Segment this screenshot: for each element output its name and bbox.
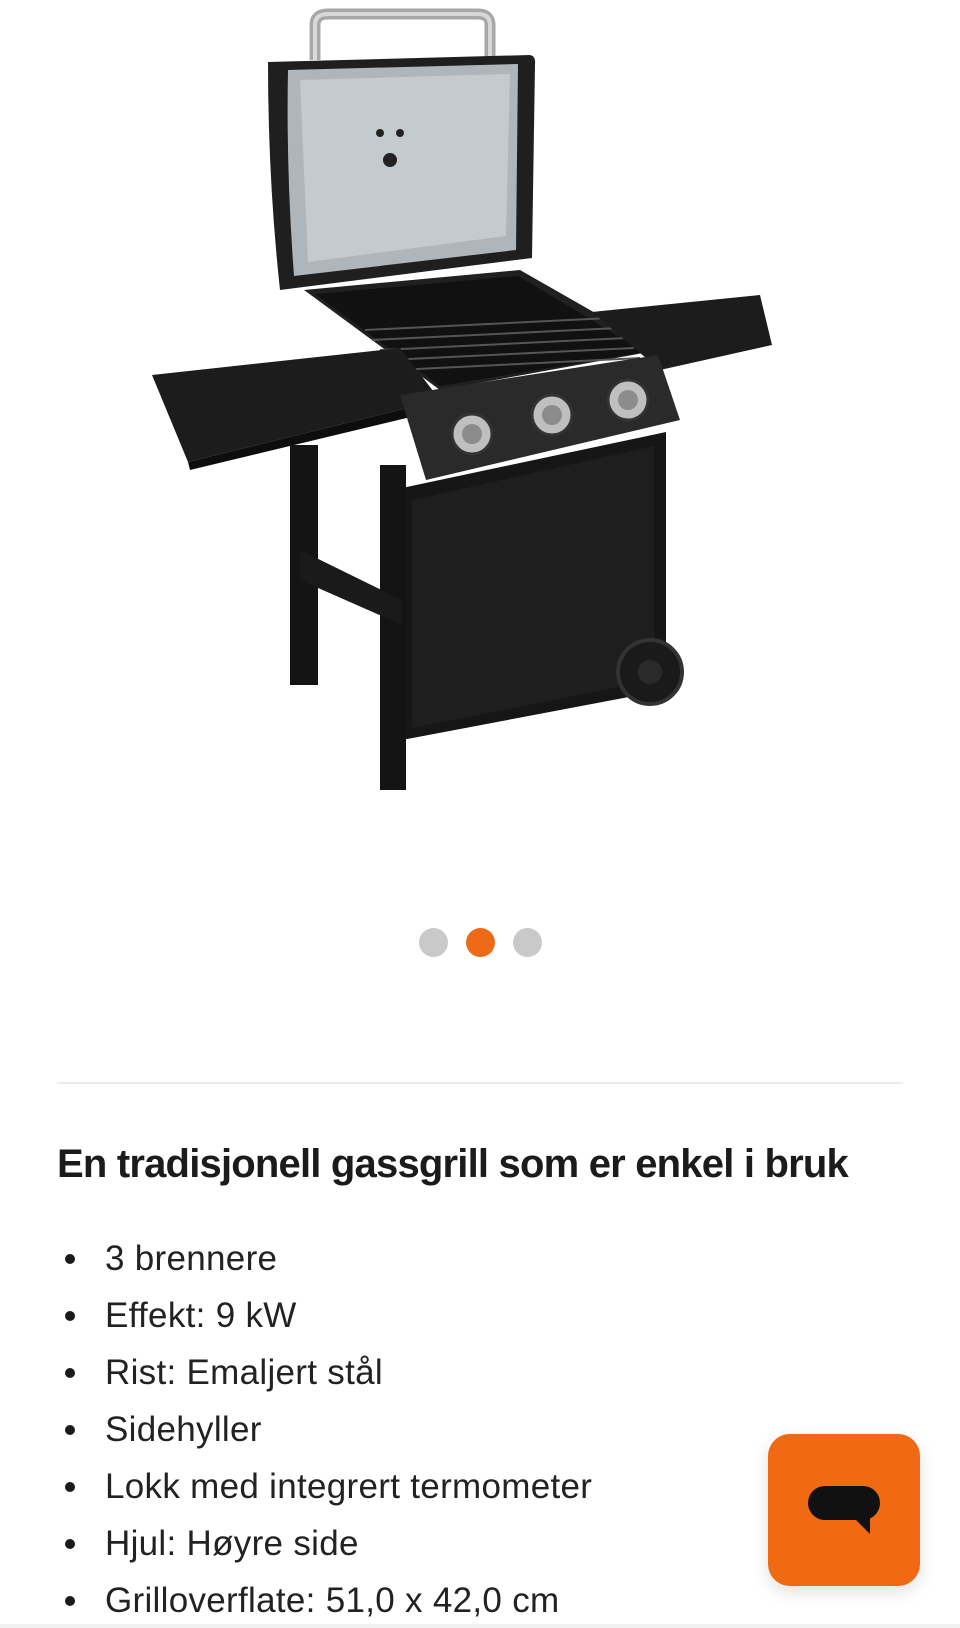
feature-text: Hjul: Høyre side xyxy=(105,1524,359,1563)
bullet-icon xyxy=(65,1425,75,1435)
carousel-dot-2[interactable] xyxy=(465,928,495,957)
feature-text: Rist: Emaljert stål xyxy=(105,1353,383,1392)
feature-text: 3 brennere xyxy=(105,1239,278,1278)
list-item: Hjul: Høyre side xyxy=(57,1515,592,1572)
carousel-dots xyxy=(0,928,960,957)
list-item: Sidehyller xyxy=(57,1401,592,1458)
bullet-icon xyxy=(65,1596,75,1606)
feature-list: 3 brennere Effekt: 9 kW Rist: Emaljert s… xyxy=(57,1230,592,1628)
bottom-edge xyxy=(0,1624,960,1628)
chat-bubble-icon xyxy=(808,1486,880,1534)
gas-grill-product-image xyxy=(152,8,772,790)
bullet-icon xyxy=(65,1311,75,1321)
product-gallery[interactable] xyxy=(0,0,960,1010)
bullet-icon xyxy=(65,1539,75,1549)
bullet-icon xyxy=(65,1254,75,1264)
list-item: 3 brennere xyxy=(57,1230,592,1287)
feature-text: Sidehyller xyxy=(105,1410,262,1449)
feature-text: Grilloverflate: 51,0 x 42,0 cm xyxy=(105,1581,560,1620)
feature-text: Lokk med integrert termometer xyxy=(105,1467,593,1506)
product-heading: En tradisjonell gassgrill som er enkel i… xyxy=(57,1142,849,1186)
list-item: Rist: Emaljert stål xyxy=(57,1344,592,1401)
bullet-icon xyxy=(65,1368,75,1378)
carousel-dot-3[interactable] xyxy=(512,928,542,957)
list-item: Lokk med integrert termometer xyxy=(57,1458,592,1515)
feature-text: Effekt: 9 kW xyxy=(105,1296,297,1335)
carousel-dot-1[interactable] xyxy=(418,928,448,957)
list-item: Grilloverflate: 51,0 x 42,0 cm xyxy=(57,1572,592,1628)
chat-button[interactable] xyxy=(768,1434,920,1586)
list-item: Effekt: 9 kW xyxy=(57,1287,592,1344)
section-divider xyxy=(57,1082,903,1084)
bullet-icon xyxy=(65,1482,75,1492)
